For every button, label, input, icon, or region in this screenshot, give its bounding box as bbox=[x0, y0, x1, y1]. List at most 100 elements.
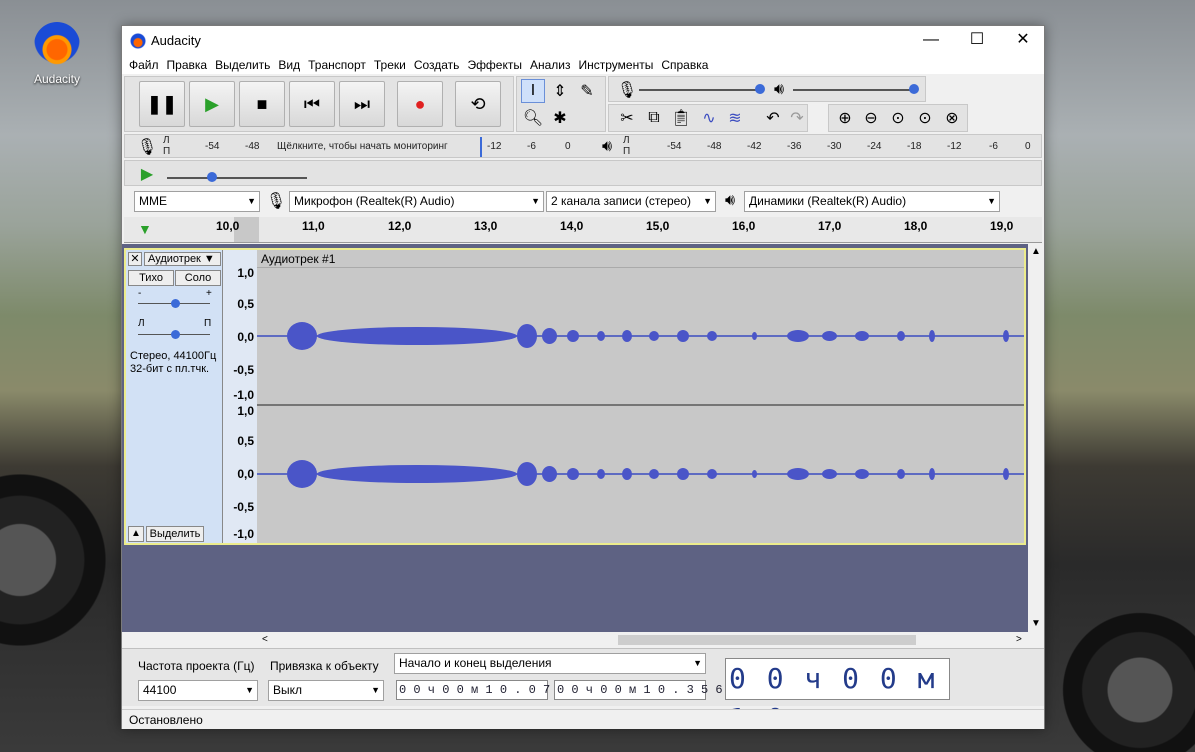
play-tick: -12 bbox=[947, 141, 962, 152]
skip-end-button[interactable]: ⏭ bbox=[339, 81, 385, 127]
play-icon: ▶ bbox=[205, 93, 219, 114]
fit-project-button[interactable]: ⊙ bbox=[913, 106, 937, 130]
speed-slider-thumb[interactable] bbox=[207, 172, 217, 182]
zoom-in-button[interactable]: ⊕ bbox=[833, 106, 857, 130]
record-volume-slider[interactable] bbox=[639, 89, 759, 91]
speed-slider[interactable] bbox=[167, 177, 307, 179]
waveform-segment bbox=[542, 466, 557, 482]
magnifier-icon: 🔍︎ bbox=[522, 110, 544, 127]
copy-icon: ⧉ bbox=[648, 109, 660, 126]
menu-tracks[interactable]: Треки bbox=[370, 54, 410, 76]
fit-selection-icon: ⊙ bbox=[891, 110, 905, 127]
scroll-right-arrow-icon[interactable]: > bbox=[1016, 634, 1022, 645]
waveform-segment bbox=[542, 328, 557, 344]
fit-selection-button[interactable]: ⊙ bbox=[886, 106, 910, 130]
silence-button[interactable]: ≋ bbox=[723, 106, 747, 130]
close-button[interactable]: ✕ bbox=[1000, 26, 1046, 54]
menu-file[interactable]: Файл bbox=[125, 54, 163, 76]
scroll-up-arrow-icon[interactable]: ▲ bbox=[1031, 246, 1041, 257]
play-meter-icon[interactable]: 🔊︎ bbox=[595, 135, 619, 159]
menu-help[interactable]: Справка bbox=[657, 54, 712, 76]
collapse-icon: ▲ bbox=[131, 528, 141, 539]
rec-tick: -54 bbox=[205, 141, 220, 152]
audio-host-select[interactable]: MME ▼ bbox=[134, 191, 260, 212]
menu-generate[interactable]: Создать bbox=[410, 54, 464, 76]
project-rate-select[interactable]: 44100 ▼ bbox=[138, 680, 258, 701]
menu-analyze[interactable]: Анализ bbox=[526, 54, 575, 76]
draw-tool-button[interactable]: ✎ bbox=[575, 79, 599, 103]
timeline-ruler[interactable]: ▼ 10,0 11,0 12,0 13,0 14,0 15,0 16,0 17,… bbox=[124, 217, 1042, 243]
recording-device-select[interactable]: Микрофон (Realtek(R) Audio) ▼ bbox=[289, 191, 544, 212]
snap-select[interactable]: Выкл ▼ bbox=[268, 680, 384, 701]
play-at-speed-button[interactable]: ▶ bbox=[135, 162, 159, 186]
waveform-display[interactable] bbox=[257, 268, 1035, 543]
play-head-triangle-icon[interactable]: ▼ bbox=[138, 221, 152, 237]
ruler-tick: 18,0 bbox=[904, 219, 928, 233]
undo-button[interactable]: ↶ bbox=[761, 106, 785, 130]
playback-volume-thumb[interactable] bbox=[909, 84, 919, 94]
collapse-track-button[interactable]: ▲ bbox=[128, 526, 144, 542]
record-button[interactable]: ● bbox=[397, 81, 443, 127]
menu-tools[interactable]: Инструменты bbox=[575, 54, 658, 76]
scroll-left-arrow-icon[interactable]: < bbox=[262, 634, 268, 645]
track-close-button[interactable]: ✕ bbox=[128, 252, 142, 266]
record-volume-thumb[interactable] bbox=[755, 84, 765, 94]
waveform-segment bbox=[752, 470, 757, 478]
track-select-button[interactable]: Выделить bbox=[146, 526, 204, 542]
zoom-tool-button[interactable]: 🔍︎ bbox=[521, 106, 545, 130]
track-menu-button[interactable]: Аудиотрек ▼ bbox=[144, 252, 221, 266]
silence-audio-icon: ≋ bbox=[728, 110, 742, 127]
minimize-button[interactable]: — bbox=[908, 26, 954, 54]
desktop-audacity-icon[interactable]: Audacity bbox=[22, 22, 92, 86]
playback-device-select[interactable]: Динамики (Realtek(R) Audio) ▼ bbox=[744, 191, 1000, 212]
menu-transport[interactable]: Транспорт bbox=[304, 54, 370, 76]
meter-toolbar: 🎙︎ Л П -54 -48 Щёлкните, чтобы начать мо… bbox=[124, 134, 1042, 158]
audacity-logo-icon bbox=[34, 22, 80, 68]
menu-view[interactable]: Вид bbox=[274, 54, 304, 76]
mute-button[interactable]: Тихо bbox=[128, 270, 174, 286]
track-name[interactable]: Аудиотрек #1 bbox=[257, 250, 1024, 268]
horizontal-scrollbar[interactable]: < > bbox=[122, 632, 1028, 648]
scale-label: 1,0 bbox=[237, 404, 254, 418]
menu-edit[interactable]: Правка bbox=[163, 54, 212, 76]
redo-button[interactable]: ↷ bbox=[785, 106, 809, 130]
recording-channels-select[interactable]: 2 канала записи (стерео) ▼ bbox=[546, 191, 716, 212]
envelope-tool-button[interactable]: ⇕ bbox=[548, 79, 572, 103]
cut-button[interactable]: ✂ bbox=[615, 106, 639, 130]
audio-position-display[interactable]: 0 0 ч 0 0 м 1 0 с bbox=[725, 658, 950, 735]
ruler-tick: 13,0 bbox=[474, 219, 498, 233]
maximize-button[interactable]: ☐ bbox=[954, 26, 1000, 54]
playback-volume-slider[interactable] bbox=[793, 89, 913, 91]
copy-button[interactable]: ⧉ bbox=[642, 106, 666, 130]
stop-button[interactable]: ■ bbox=[239, 81, 285, 127]
vertical-scrollbar[interactable]: ▲ ▼ bbox=[1028, 244, 1044, 632]
scroll-down-arrow-icon[interactable]: ▼ bbox=[1031, 618, 1041, 629]
paste-button[interactable]: 📋︎ bbox=[669, 106, 693, 130]
zoom-toggle-button[interactable]: ⊗ bbox=[940, 106, 964, 130]
record-meter-icon[interactable]: 🎙︎ bbox=[135, 135, 159, 159]
gain-slider-thumb[interactable] bbox=[171, 299, 180, 308]
pan-slider-thumb[interactable] bbox=[171, 330, 180, 339]
skip-start-button[interactable]: ⏮ bbox=[289, 81, 335, 127]
selection-end-time[interactable]: 0 0 ч 0 0 м 1 0 . 3 5 6 с bbox=[554, 680, 737, 700]
track-control-panel: ✕ Аудиотрек ▼ Тихо Соло - + Л П Стерео, … bbox=[126, 250, 223, 543]
monitor-hint[interactable]: Щёлкните, чтобы начать мониторинг bbox=[277, 141, 448, 152]
play-meter-r: П bbox=[623, 146, 631, 157]
menu-effects[interactable]: Эффекты bbox=[463, 54, 526, 76]
waveform-segment bbox=[317, 465, 517, 483]
horizontal-scroll-thumb[interactable] bbox=[618, 635, 916, 645]
waveform-segment bbox=[649, 331, 659, 341]
zoom-out-button[interactable]: ⊖ bbox=[859, 106, 883, 130]
selection-start-time[interactable]: 0 0 ч 0 0 м 1 0 . 0 7 7 с bbox=[396, 680, 579, 700]
multi-tool-button[interactable]: ✱ bbox=[548, 106, 572, 130]
loop-button[interactable]: ⟲ bbox=[455, 81, 501, 127]
play-button[interactable]: ▶ bbox=[189, 81, 235, 127]
selection-tool-button[interactable]: I bbox=[521, 79, 545, 103]
zoom-in-icon: ⊕ bbox=[838, 110, 852, 127]
solo-button[interactable]: Соло bbox=[175, 270, 221, 286]
selection-mode-select[interactable]: Начало и конец выделения ▼ bbox=[394, 653, 706, 674]
pause-button[interactable]: ❚❚ bbox=[139, 81, 185, 127]
i-beam-icon: I bbox=[530, 82, 536, 99]
trim-button[interactable]: ∿ bbox=[697, 106, 721, 130]
menu-select[interactable]: Выделить bbox=[211, 54, 274, 76]
